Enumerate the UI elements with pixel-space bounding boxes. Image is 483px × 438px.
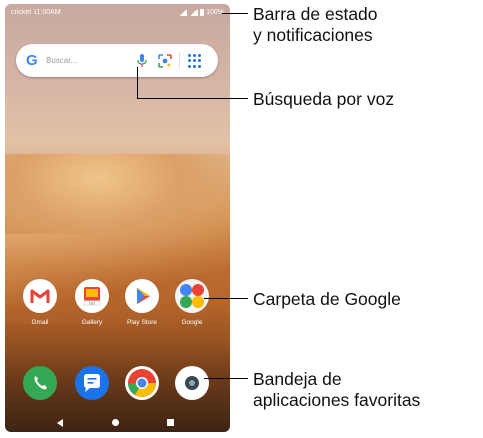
callout-tray: Bandeja de aplicaciones favoritas bbox=[253, 369, 420, 411]
gallery-app-icon[interactable]: GO bbox=[75, 279, 109, 313]
callout-tray-line2: aplicaciones favoritas bbox=[253, 390, 421, 410]
play-store-app-icon[interactable] bbox=[125, 279, 159, 313]
svg-text:GO: GO bbox=[89, 302, 95, 306]
navigation-bar bbox=[5, 414, 230, 432]
callout-google-folder: Carpeta de Google bbox=[253, 289, 401, 309]
home-icon[interactable] bbox=[112, 419, 119, 426]
app-label-play-store: Play Store bbox=[127, 319, 157, 326]
callout-line-google bbox=[204, 298, 248, 299]
gmail-app-icon[interactable] bbox=[23, 279, 57, 313]
camera-icon[interactable] bbox=[175, 366, 209, 400]
app-label-gmail: Gmail bbox=[31, 319, 49, 326]
search-placeholder: Buscar... bbox=[46, 56, 78, 65]
callout-tray-line1: Bandeja de bbox=[253, 369, 342, 389]
chrome-icon[interactable] bbox=[125, 366, 159, 400]
phone-screen: cricket 11:00AM 100% G Buscar... Gmail G… bbox=[5, 4, 230, 432]
callout-line-voice-vertical bbox=[137, 67, 138, 99]
recents-icon[interactable] bbox=[167, 419, 174, 426]
carrier-time: cricket 11:00AM bbox=[11, 9, 61, 16]
callout-line-status bbox=[222, 13, 248, 14]
signal-icon bbox=[178, 9, 188, 16]
callout-line-voice bbox=[137, 98, 248, 99]
google-g-icon: G bbox=[26, 52, 38, 69]
lens-icon[interactable] bbox=[157, 53, 173, 69]
search-bar[interactable]: G Buscar... bbox=[16, 44, 218, 77]
callout-voice: Búsqueda por voz bbox=[253, 89, 395, 109]
status-icons: 100% bbox=[178, 9, 224, 16]
app-label-gallery: Gallery bbox=[81, 319, 103, 326]
status-bar[interactable]: cricket 11:00AM 100% bbox=[5, 4, 230, 22]
app-label-google: Google bbox=[181, 319, 203, 326]
messages-icon[interactable] bbox=[75, 366, 109, 400]
callout-status-line2: y notificaciones bbox=[253, 25, 373, 45]
back-icon[interactable] bbox=[57, 419, 63, 427]
battery-icon bbox=[200, 9, 205, 16]
google-folder-icon[interactable] bbox=[175, 279, 209, 313]
callout-status-line1: Barra de estado bbox=[253, 4, 378, 24]
callout-line-tray bbox=[204, 378, 248, 379]
callout-status: Barra de estado y notificaciones bbox=[253, 4, 378, 46]
phone-icon[interactable] bbox=[23, 366, 57, 400]
wifi-icon bbox=[189, 9, 199, 16]
app-grid-icon[interactable] bbox=[188, 54, 202, 68]
search-divider bbox=[179, 52, 180, 69]
